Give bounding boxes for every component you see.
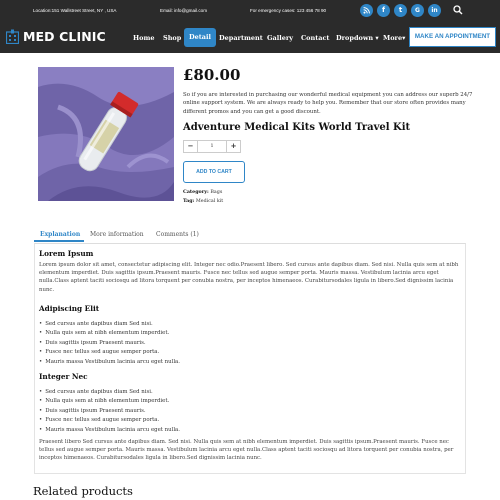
section-heading-lorem-ipsum: Lorem Ipsum [39, 249, 94, 258]
top-bar: Location:151 Wallstreet Street, NY , USA… [0, 0, 500, 22]
quantity-decrease-button[interactable]: − [184, 141, 197, 152]
list-item: Mauris massa Vestibulum lacinia arcu ege… [39, 426, 180, 435]
nav-more-label: More [383, 34, 403, 42]
nav-dropdown[interactable]: Dropdown ▾ [333, 31, 382, 45]
rss-icon[interactable] [360, 4, 373, 17]
quantity-increase-button[interactable]: + [227, 141, 240, 152]
related-products-heading: Related products [33, 484, 133, 498]
brand-logo[interactable]: MED CLINIC [6, 29, 106, 44]
paragraph-1: Lorem ipsum dolor sit amet, consectetur … [39, 262, 459, 293]
list-item: Sed cursus ante dapibus diam Sed nisi. [39, 388, 180, 397]
clinic-building-icon [6, 29, 19, 44]
chevron-down-icon: ▾ [402, 34, 406, 42]
product-tag: Tag: Medical kit [183, 198, 223, 204]
twitter-icon[interactable]: t [394, 4, 407, 17]
list-item: Nulla quis sem at nibh elementum imperdi… [39, 329, 180, 338]
linkedin-icon[interactable]: in [428, 4, 441, 17]
search-icon[interactable] [453, 5, 463, 15]
bullet-list-2: Sed cursus ante dapibus diam Sed nisi. N… [39, 388, 180, 435]
location-text: Location:151 Wallstreet Street, NY , USA [33, 8, 117, 13]
make-appointment-button[interactable]: MAKE AN APPOINTMENT [409, 27, 496, 47]
email-text: Email: info@gmail.com [160, 8, 208, 13]
list-item: Duis sagittis ipsum Praesent mauris. [39, 407, 180, 416]
product-tabs: Explanation More information Comments (1… [34, 229, 466, 241]
category-label: Category: [183, 189, 209, 195]
product-title: Adventure Medical Kits World Travel Kit [183, 122, 411, 133]
list-item: Mauris massa Vestibulum lacinia arcu ege… [39, 358, 180, 367]
google-plus-icon[interactable]: G [411, 4, 424, 17]
product-image[interactable] [38, 67, 174, 201]
tag-label: Tag: [183, 198, 195, 204]
product-price: £80.00 [183, 66, 241, 84]
section-heading-integer-nec: Integer Nec [39, 372, 88, 381]
section-heading-adipiscing-elit: Adipiscing Elit [39, 304, 100, 313]
quantity-input[interactable]: 1 [197, 141, 227, 152]
tag-link[interactable]: Medical kit [196, 199, 223, 204]
list-item: Fusce nec tellus sed augue semper porta. [39, 348, 180, 357]
list-item: Nulla quis sem at nibh elementum imperdi… [39, 397, 180, 406]
add-to-cart-button[interactable]: ADD TO CART [183, 161, 245, 183]
paragraph-2: Praesent libero Sed cursus ante dapibus … [39, 439, 454, 462]
nav-gallery[interactable]: Gallery [264, 31, 296, 45]
tab-comments[interactable]: Comments (1) [156, 229, 199, 241]
product-description: So if you are interested in purchasing o… [183, 92, 473, 115]
brand-name: MED CLINIC [23, 29, 106, 44]
nav-detail[interactable]: Detail [184, 28, 216, 47]
facebook-icon[interactable]: f [377, 4, 390, 17]
nav-department[interactable]: Department [216, 31, 266, 45]
nav-contact[interactable]: Contact [298, 31, 332, 45]
category-link[interactable]: Bags [210, 190, 222, 195]
nav-dropdown-label: Dropdown [336, 34, 374, 42]
list-item: Fusce nec tellus sed augue semper porta. [39, 416, 180, 425]
quantity-stepper[interactable]: − 1 + [183, 140, 241, 153]
list-item: Duis sagittis ipsum Praesent mauris. [39, 339, 180, 348]
chevron-down-icon: ▾ [375, 34, 379, 42]
test-tube-photo [38, 67, 174, 201]
bullet-list-1: Sed cursus ante dapibus diam Sed nisi. N… [39, 320, 180, 367]
nav-home[interactable]: Home [130, 31, 158, 45]
nav-shop[interactable]: Shop [160, 31, 184, 45]
product-category: Category: Bags [183, 189, 222, 195]
tab-more-information[interactable]: More information [90, 229, 144, 241]
main-navbar: MED CLINIC Home Shop Detail Department G… [0, 22, 500, 53]
emergency-text: For emergency cases: 123 456 78 90 [250, 8, 327, 13]
list-item: Sed cursus ante dapibus diam Sed nisi. [39, 320, 180, 329]
nav-more[interactable]: More▾ [380, 31, 408, 45]
active-tab-indicator [34, 240, 84, 242]
